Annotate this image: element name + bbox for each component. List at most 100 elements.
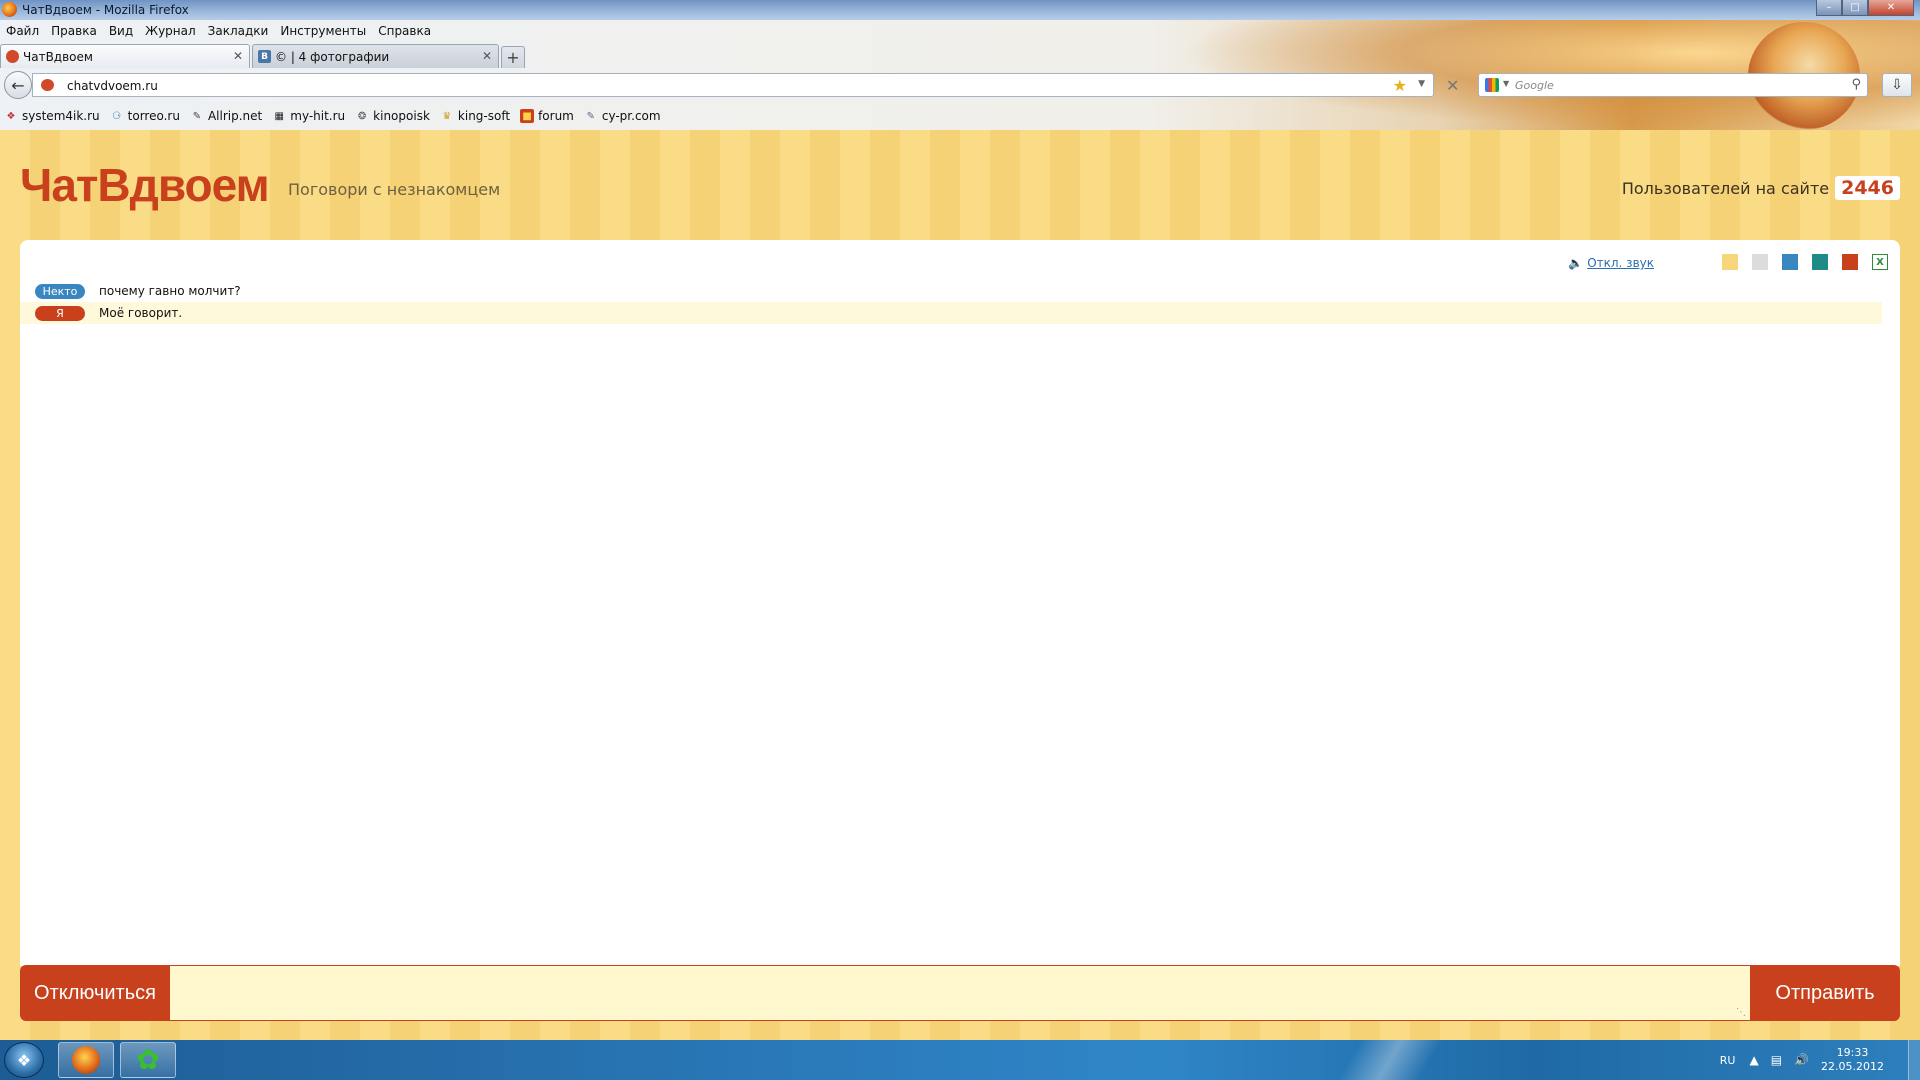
bookmark-myhit[interactable]: ▦ my-hit.ru — [268, 109, 346, 123]
bookmark-star-icon[interactable]: ★ — [1393, 76, 1407, 95]
downloads-button[interactable]: ⇩ — [1882, 73, 1912, 97]
message-input[interactable] — [170, 966, 1750, 1020]
firefox-logo-icon — [2, 2, 17, 17]
close-tab-icon[interactable]: ✕ — [233, 49, 243, 63]
taskbar-icq[interactable]: ✿ — [120, 1042, 176, 1078]
site-tagline: Поговори с незнакомцем — [288, 180, 501, 199]
film-clapper-icon: ▦ — [274, 110, 284, 122]
chat-message: Я Моё говорит. — [20, 302, 1882, 324]
system4ik-icon: ❖ — [6, 110, 16, 122]
maximize-button[interactable]: □ — [1842, 0, 1868, 16]
theme-blue-swatch[interactable] — [1782, 254, 1798, 270]
crown-icon: ♛ — [442, 110, 452, 122]
minimize-button[interactable]: – — [1816, 0, 1842, 16]
send-button[interactable]: Отправить — [1750, 965, 1900, 1021]
tab-vk-photos[interactable]: В © | 4 фотографии ✕ — [252, 44, 499, 68]
tab-chatvdvoem[interactable]: ЧатВдвоем ✕ — [0, 44, 250, 68]
menu-history[interactable]: Журнал — [139, 24, 202, 38]
bookmark-torreo[interactable]: ⚆ torreo.ru — [106, 109, 180, 123]
message-input-wrapper: ⋱ — [170, 965, 1750, 1021]
mute-sound-link[interactable]: Откл. звук — [1587, 256, 1654, 270]
icq-flower-icon: ✿ — [136, 1043, 160, 1076]
menu-bookmarks[interactable]: Закладки — [202, 24, 275, 38]
close-window-button[interactable]: ✕ — [1868, 0, 1914, 16]
bookmark-label: kinopoisk — [373, 109, 430, 123]
author-badge-self: Я — [35, 305, 85, 321]
bookmark-label: king-soft — [457, 109, 511, 123]
bookmark-label: torreo.ru — [127, 109, 180, 123]
message-composer: Отключиться ⋱ Отправить — [20, 965, 1900, 1021]
bookmark-kinopoisk[interactable]: ❂ kinopoisk — [351, 109, 430, 123]
theme-gray-swatch[interactable] — [1752, 254, 1768, 270]
close-tab-icon[interactable]: ✕ — [482, 49, 492, 63]
network-icon[interactable]: ▤ — [1771, 1053, 1782, 1067]
bookmark-label: cy-pr.com — [601, 109, 661, 123]
bookmark-label: forum — [538, 109, 574, 123]
resize-grip-icon[interactable]: ⋱ — [1736, 1007, 1746, 1018]
volume-icon[interactable]: 🔊 — [1794, 1053, 1809, 1067]
users-label: Пользователей на сайте — [1621, 178, 1830, 198]
search-bar[interactable]: ▼ Google ⚲ — [1478, 73, 1868, 97]
online-users: Пользователей на сайте 2446 — [1622, 176, 1900, 200]
bookmark-system4ik[interactable]: ❖ system4ik.ru — [0, 109, 100, 123]
bookmark-cypr[interactable]: ✎ cy-pr.com — [580, 109, 661, 123]
menu-file[interactable]: Файл — [0, 24, 45, 38]
message-text: Моё говорит. — [99, 306, 183, 320]
site-logo[interactable]: ЧатВдвоем — [20, 158, 270, 212]
chat-favicon-icon — [6, 50, 19, 63]
bookmark-allrip[interactable]: ✎ Allrip.net — [186, 109, 262, 123]
language-indicator[interactable]: RU — [1720, 1054, 1736, 1067]
clock-time: 19:33 — [1836, 1046, 1869, 1059]
window-titlebar: ЧатВдвоем - Mozilla Firefox – □ ✕ — [0, 0, 1920, 20]
menu-view[interactable]: Вид — [103, 24, 139, 38]
author-badge-stranger: Некто — [35, 283, 85, 299]
menu-help[interactable]: Справка — [372, 24, 437, 38]
show-desktop-button[interactable] — [1908, 1040, 1920, 1080]
tab-strip: ЧатВдвоем ✕ В © | 4 фотографии ✕ + — [0, 44, 525, 68]
start-button[interactable]: ❖ — [4, 1042, 44, 1078]
system-tray: RU ▲ ▤ 🔊 19:33 22.05.2012 — [1720, 1040, 1920, 1080]
search-placeholder[interactable]: Google — [1515, 79, 1554, 92]
excel-icon[interactable]: X — [1872, 254, 1888, 270]
back-button[interactable]: ← — [4, 71, 32, 99]
theme-selector: X — [1722, 254, 1888, 270]
bookmark-label: Allrip.net — [207, 109, 263, 123]
theme-yellow-swatch[interactable] — [1722, 254, 1738, 270]
taskbar: ❖ ✿ RU ▲ ▤ 🔊 19:33 22.05.2012 — [0, 1040, 1920, 1080]
menu-tools[interactable]: Инструменты — [274, 24, 372, 38]
menu-edit[interactable]: Правка — [45, 24, 103, 38]
stop-icon[interactable]: ✕ — [1446, 76, 1459, 95]
bookmark-kingsoft[interactable]: ♛ king-soft — [436, 109, 510, 123]
torreo-icon: ⚆ — [112, 110, 122, 122]
sound-control: 🔈 Откл. звук — [1568, 256, 1654, 270]
site-favicon-icon — [41, 79, 54, 91]
search-icon[interactable]: ⚲ — [1851, 77, 1861, 92]
taskbar-decoration — [1300, 1040, 1480, 1080]
bookmarks-toolbar: ❖ system4ik.ru ⚆ torreo.ru ✎ Allrip.net ▦ my… — [0, 106, 667, 126]
theme-teal-swatch[interactable] — [1812, 254, 1828, 270]
engine-dropdown-icon[interactable]: ▼ — [1503, 79, 1509, 88]
theme-red-swatch[interactable] — [1842, 254, 1858, 270]
chat-message: Некто почему гавно молчит? — [20, 280, 1882, 302]
bookmark-label: system4ik.ru — [22, 109, 100, 123]
vk-favicon-icon: В — [258, 50, 271, 63]
bookmark-forum[interactable]: ■ forum — [516, 109, 574, 123]
users-count: 2446 — [1835, 176, 1900, 200]
google-engine-icon[interactable] — [1485, 78, 1499, 92]
tab-label: ЧатВдвоем — [23, 49, 93, 64]
window-controls: – □ ✕ — [1816, 0, 1914, 16]
show-hidden-icons-icon[interactable]: ▲ — [1749, 1053, 1758, 1067]
bookmark-label: my-hit.ru — [290, 109, 346, 123]
new-tab-button[interactable]: + — [501, 46, 525, 68]
message-text: почему гавно молчит? — [99, 284, 241, 298]
url-dropdown-icon[interactable]: ▼ — [1418, 79, 1425, 89]
url-bar[interactable]: chatvdvoem.ru ★ ▼ — [32, 73, 1434, 97]
url-text[interactable]: chatvdvoem.ru — [67, 79, 158, 93]
clock[interactable]: 19:33 22.05.2012 — [1821, 1046, 1884, 1074]
cypr-icon: ✎ — [586, 110, 596, 122]
forum-icon: ■ — [520, 109, 535, 123]
tab-label: © | 4 фотографии — [275, 49, 390, 64]
disconnect-button[interactable]: Отключиться — [20, 965, 170, 1021]
taskbar-firefox[interactable] — [58, 1042, 114, 1078]
navigation-bar: ← chatvdvoem.ru ★ ▼ ✕ ▼ Google ⚲ ⇩ — [0, 68, 1920, 102]
